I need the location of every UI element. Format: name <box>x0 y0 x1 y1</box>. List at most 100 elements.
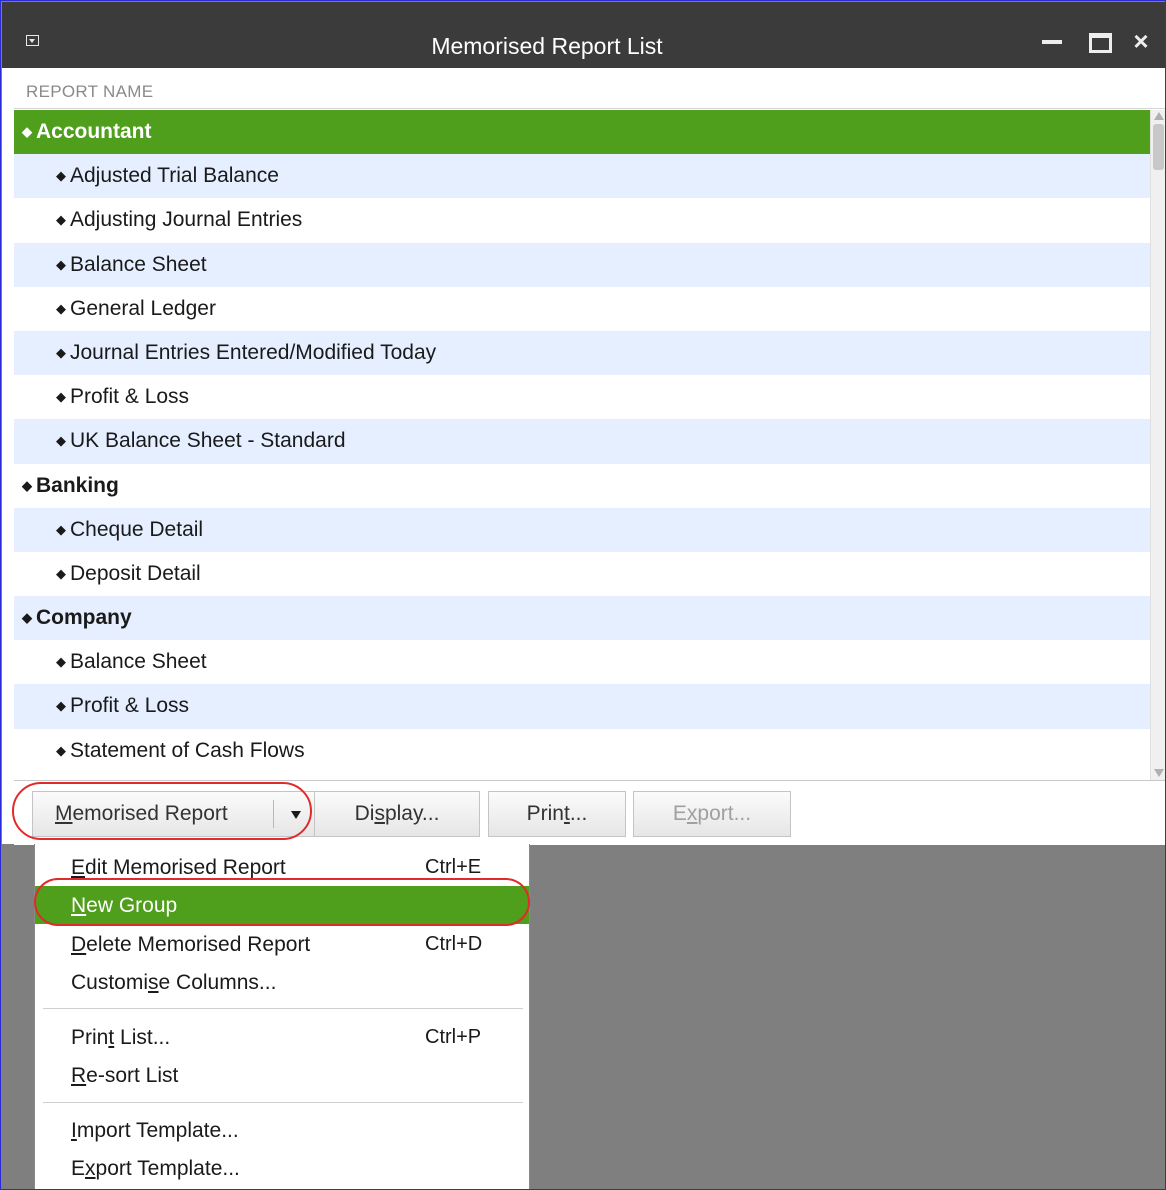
print-button[interactable]: Print... <box>488 791 626 837</box>
list-item[interactable]: ◆ UK Balance Sheet - Standard <box>14 419 1150 464</box>
column-header-label: REPORT NAME <box>26 82 154 101</box>
diamond-bullet-icon: ◆ <box>56 565 66 581</box>
menu-item-text: dit Memorised Report <box>85 856 286 879</box>
menu-item[interactable]: Export Template... <box>35 1149 529 1187</box>
menu-item-accesskey: E <box>71 856 86 879</box>
menu-item[interactable]: New Group <box>35 886 529 924</box>
maximize-icon[interactable] <box>1088 30 1112 53</box>
diamond-bullet-icon: ◆ <box>56 344 66 360</box>
list-row-label: ◆ Deposit Detail <box>56 562 201 588</box>
menu-item-accesskey: x <box>85 1157 96 1180</box>
menu-item[interactable]: Re-sort List <box>35 1056 529 1094</box>
menu-item-accesskey: R <box>71 1064 87 1087</box>
list-row-label: ◆ Balance Sheet <box>56 650 207 676</box>
menu-item[interactable]: Customise Columns... <box>35 963 529 1001</box>
list-group-row[interactable]: ◆ Banking <box>14 463 1150 508</box>
menu-item-shortcut: Ctrl+E <box>425 856 482 878</box>
report-name: Profit & Loss <box>70 385 190 409</box>
list-item[interactable]: ◆ Balance Sheet <box>14 640 1150 685</box>
dropdown-arrow-icon[interactable] <box>291 811 301 819</box>
scroll-thumb[interactable] <box>1153 124 1164 170</box>
window-title: Memorised Report List <box>431 33 663 59</box>
button-bar: Memorised Report Display... Print... Exp… <box>14 780 1165 845</box>
report-name: General Ledger <box>70 296 216 320</box>
button-label-accesskey: M <box>55 802 73 825</box>
scroll-up-arrow-icon[interactable] <box>1154 112 1164 120</box>
menu-item-shortcut: Ctrl+P <box>425 1026 482 1048</box>
report-name: Accountant <box>36 120 152 143</box>
button-label-pre: Di <box>354 802 375 825</box>
list-item[interactable]: ◆ Profit & Loss <box>14 684 1150 729</box>
diamond-bullet-icon: ◆ <box>56 742 66 758</box>
menu-item-text: E <box>71 1157 86 1180</box>
button-label-post: play... <box>384 802 440 825</box>
button-divider <box>273 800 274 828</box>
menu-item[interactable]: Delete Memorised Report Ctrl+D <box>35 925 529 963</box>
button-label-accesskey: x <box>686 802 698 825</box>
menu-item-label: Print List... <box>71 1026 170 1050</box>
report-list: ◆ Accountant ◆ Adjusted Trial Balance ◆ Adjus… <box>14 110 1150 774</box>
menu-item[interactable]: Import Template... <box>35 1111 529 1149</box>
report-name: Adjusted Trial Balance <box>70 164 279 188</box>
list-row-label: ◆ Accountant <box>22 120 152 146</box>
list-group-row[interactable]: ◆ Company <box>14 596 1150 641</box>
menu-item-accesskey: D <box>71 933 87 956</box>
diamond-bullet-icon: ◆ <box>56 433 66 449</box>
list-item[interactable]: ◆ General Ledger <box>14 286 1150 331</box>
report-name: Profit & Loss <box>70 694 190 718</box>
diamond-bullet-icon: ◆ <box>56 389 66 405</box>
list-row-label: ◆ Profit & Loss <box>56 385 189 411</box>
report-name: Deposit Detail <box>70 561 201 585</box>
export-button[interactable]: Export... <box>633 791 791 837</box>
list-item[interactable]: ◆ Journal Entries Entered/Modified Today <box>14 330 1150 376</box>
column-header-report-name[interactable]: REPORT NAME <box>14 70 1165 109</box>
menu-item-text: e Columns... <box>158 971 277 994</box>
menu-item[interactable]: Edit Memorised Report Ctrl+E <box>35 848 529 886</box>
list-item[interactable]: ◆ Balance Sheet <box>14 242 1150 287</box>
menu-item-label: Edit Memorised Report <box>71 856 286 880</box>
minimize-icon[interactable] <box>1042 30 1064 52</box>
list-row-label: ◆ Statement of Cash Flows <box>56 739 305 765</box>
scroll-down-arrow-icon[interactable] <box>1154 769 1164 777</box>
menu-item[interactable]: Print List... Ctrl+P <box>35 1018 529 1056</box>
menu-item-text: Customi <box>71 971 149 994</box>
list-item[interactable]: ◆ Adjusted Trial Balance <box>14 154 1150 199</box>
menu-separator <box>43 1102 523 1103</box>
menu-item-label: Re-sort List <box>71 1064 178 1088</box>
memorised-report-menu-button[interactable]: Memorised Report <box>32 791 316 837</box>
button-label-pre: E <box>672 802 687 825</box>
list-item[interactable]: ◆ Cheque Detail <box>14 507 1150 552</box>
list-row-label: ◆ Banking <box>22 474 119 500</box>
display-button[interactable]: Display... <box>314 791 480 837</box>
list-item[interactable]: ◆ Profit & Loss <box>14 375 1150 420</box>
report-name: Balance Sheet <box>70 650 207 674</box>
vertical-scrollbar[interactable] <box>1150 110 1166 780</box>
menu-item-accesskey: N <box>71 894 87 917</box>
report-name: Journal Entries Entered/Modified Today <box>70 340 437 364</box>
list-item[interactable]: ◆ Adjusting Journal Entries <box>14 198 1150 243</box>
list-row-label: ◆ Cheque Detail <box>56 518 203 544</box>
close-icon[interactable]: × <box>1130 28 1152 54</box>
menu-item-label: Export Template... <box>71 1157 240 1181</box>
list-row-label: ◆ Company <box>22 606 132 632</box>
list-row-label: ◆ Profit & Loss <box>56 694 189 720</box>
list-row-label: ◆ Journal Entries Entered/Modified Today <box>56 341 436 367</box>
list-group-row[interactable]: ◆ Accountant <box>14 110 1150 155</box>
menu-item-label: Import Template... <box>71 1119 239 1143</box>
menu-item-label: New Group <box>71 894 177 918</box>
menu-item-shortcut: Ctrl+D <box>425 933 483 955</box>
list-item[interactable]: ◆ Deposit Detail <box>14 551 1150 597</box>
diamond-bullet-icon: ◆ <box>56 212 66 228</box>
menu-item-text: ew Group <box>86 894 178 917</box>
list-item[interactable]: ◆ Statement of Cash Flows <box>14 728 1150 773</box>
button-label-pre: Prin <box>526 802 564 825</box>
report-name: Company <box>36 606 132 630</box>
diamond-bullet-icon: ◆ <box>56 521 66 537</box>
menu-item-text: elete Memorised Report <box>86 933 311 956</box>
menu-item-text: List... <box>114 1026 171 1049</box>
memorised-report-dropdown-menu: Edit Memorised Report Ctrl+E New Group Dele… <box>34 844 530 1190</box>
list-row-label: ◆ Balance Sheet <box>56 253 207 279</box>
report-name: Adjusting Journal Entries <box>70 208 303 232</box>
menu-item-label: Customise Columns... <box>71 971 276 995</box>
diamond-bullet-icon: ◆ <box>56 256 66 272</box>
